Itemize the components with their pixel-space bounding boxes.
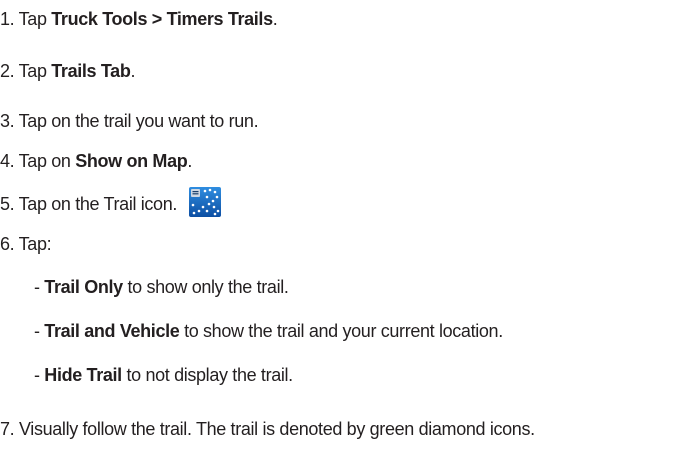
step-3-text: 3. Tap on the trail you want to run. [0, 111, 259, 131]
option-trail-and-vehicle: - Trail and Vehicle to show the trail an… [34, 320, 503, 342]
step-1: 1. Tap Truck Tools > Timers Trails. [0, 8, 278, 30]
step-1-suffix: . [272, 9, 278, 29]
option-2-bold: Trail and Vehicle [44, 321, 180, 341]
option-3-prefix: - [34, 365, 45, 385]
step-7: 7. Visually follow the trail. The trail … [0, 418, 535, 440]
step-7-text: 7. Visually follow the trail. The trail … [0, 419, 535, 439]
step-6: 6. Tap: [0, 233, 52, 255]
step-1-prefix: 1. Tap [0, 9, 52, 29]
option-3-bold: Hide Trail [44, 365, 122, 385]
step-2: 2. Tap Trails Tab. [0, 60, 135, 82]
step-5: 5. Tap on the Trail icon. [0, 187, 222, 220]
step-1-bold: Truck Tools > Timers Trails [51, 9, 273, 29]
step-4: 4. Tap on Show on Map. [0, 150, 192, 172]
option-1-prefix: - [34, 277, 45, 297]
instructions-document: 1. Tap Truck Tools > Timers Trails. 2. T… [0, 0, 695, 465]
option-hide-trail: - Hide Trail to not display the trail. [34, 364, 293, 386]
option-1-bold: Trail Only [44, 277, 123, 297]
option-trail-only: - Trail Only to show only the trail. [34, 276, 289, 298]
option-3-suffix: to not display the trail. [121, 365, 293, 385]
trail-icon [189, 187, 222, 217]
option-2-suffix: to show the trail and your current locat… [179, 321, 503, 341]
step-2-suffix: . [130, 61, 136, 81]
step-4-suffix: . [187, 151, 193, 171]
step-4-bold: Show on Map [75, 151, 188, 171]
step-3: 3. Tap on the trail you want to run. [0, 110, 259, 132]
step-2-prefix: 2. Tap [0, 61, 52, 81]
step-6-text: 6. Tap: [0, 234, 52, 254]
step-5-text: 5. Tap on the Trail icon. [0, 193, 178, 214]
option-2-prefix: - [34, 321, 45, 341]
option-1-suffix: to show only the trail. [122, 277, 289, 297]
step-2-bold: Trails Tab [51, 61, 131, 81]
step-4-prefix: 4. Tap on [0, 151, 76, 171]
